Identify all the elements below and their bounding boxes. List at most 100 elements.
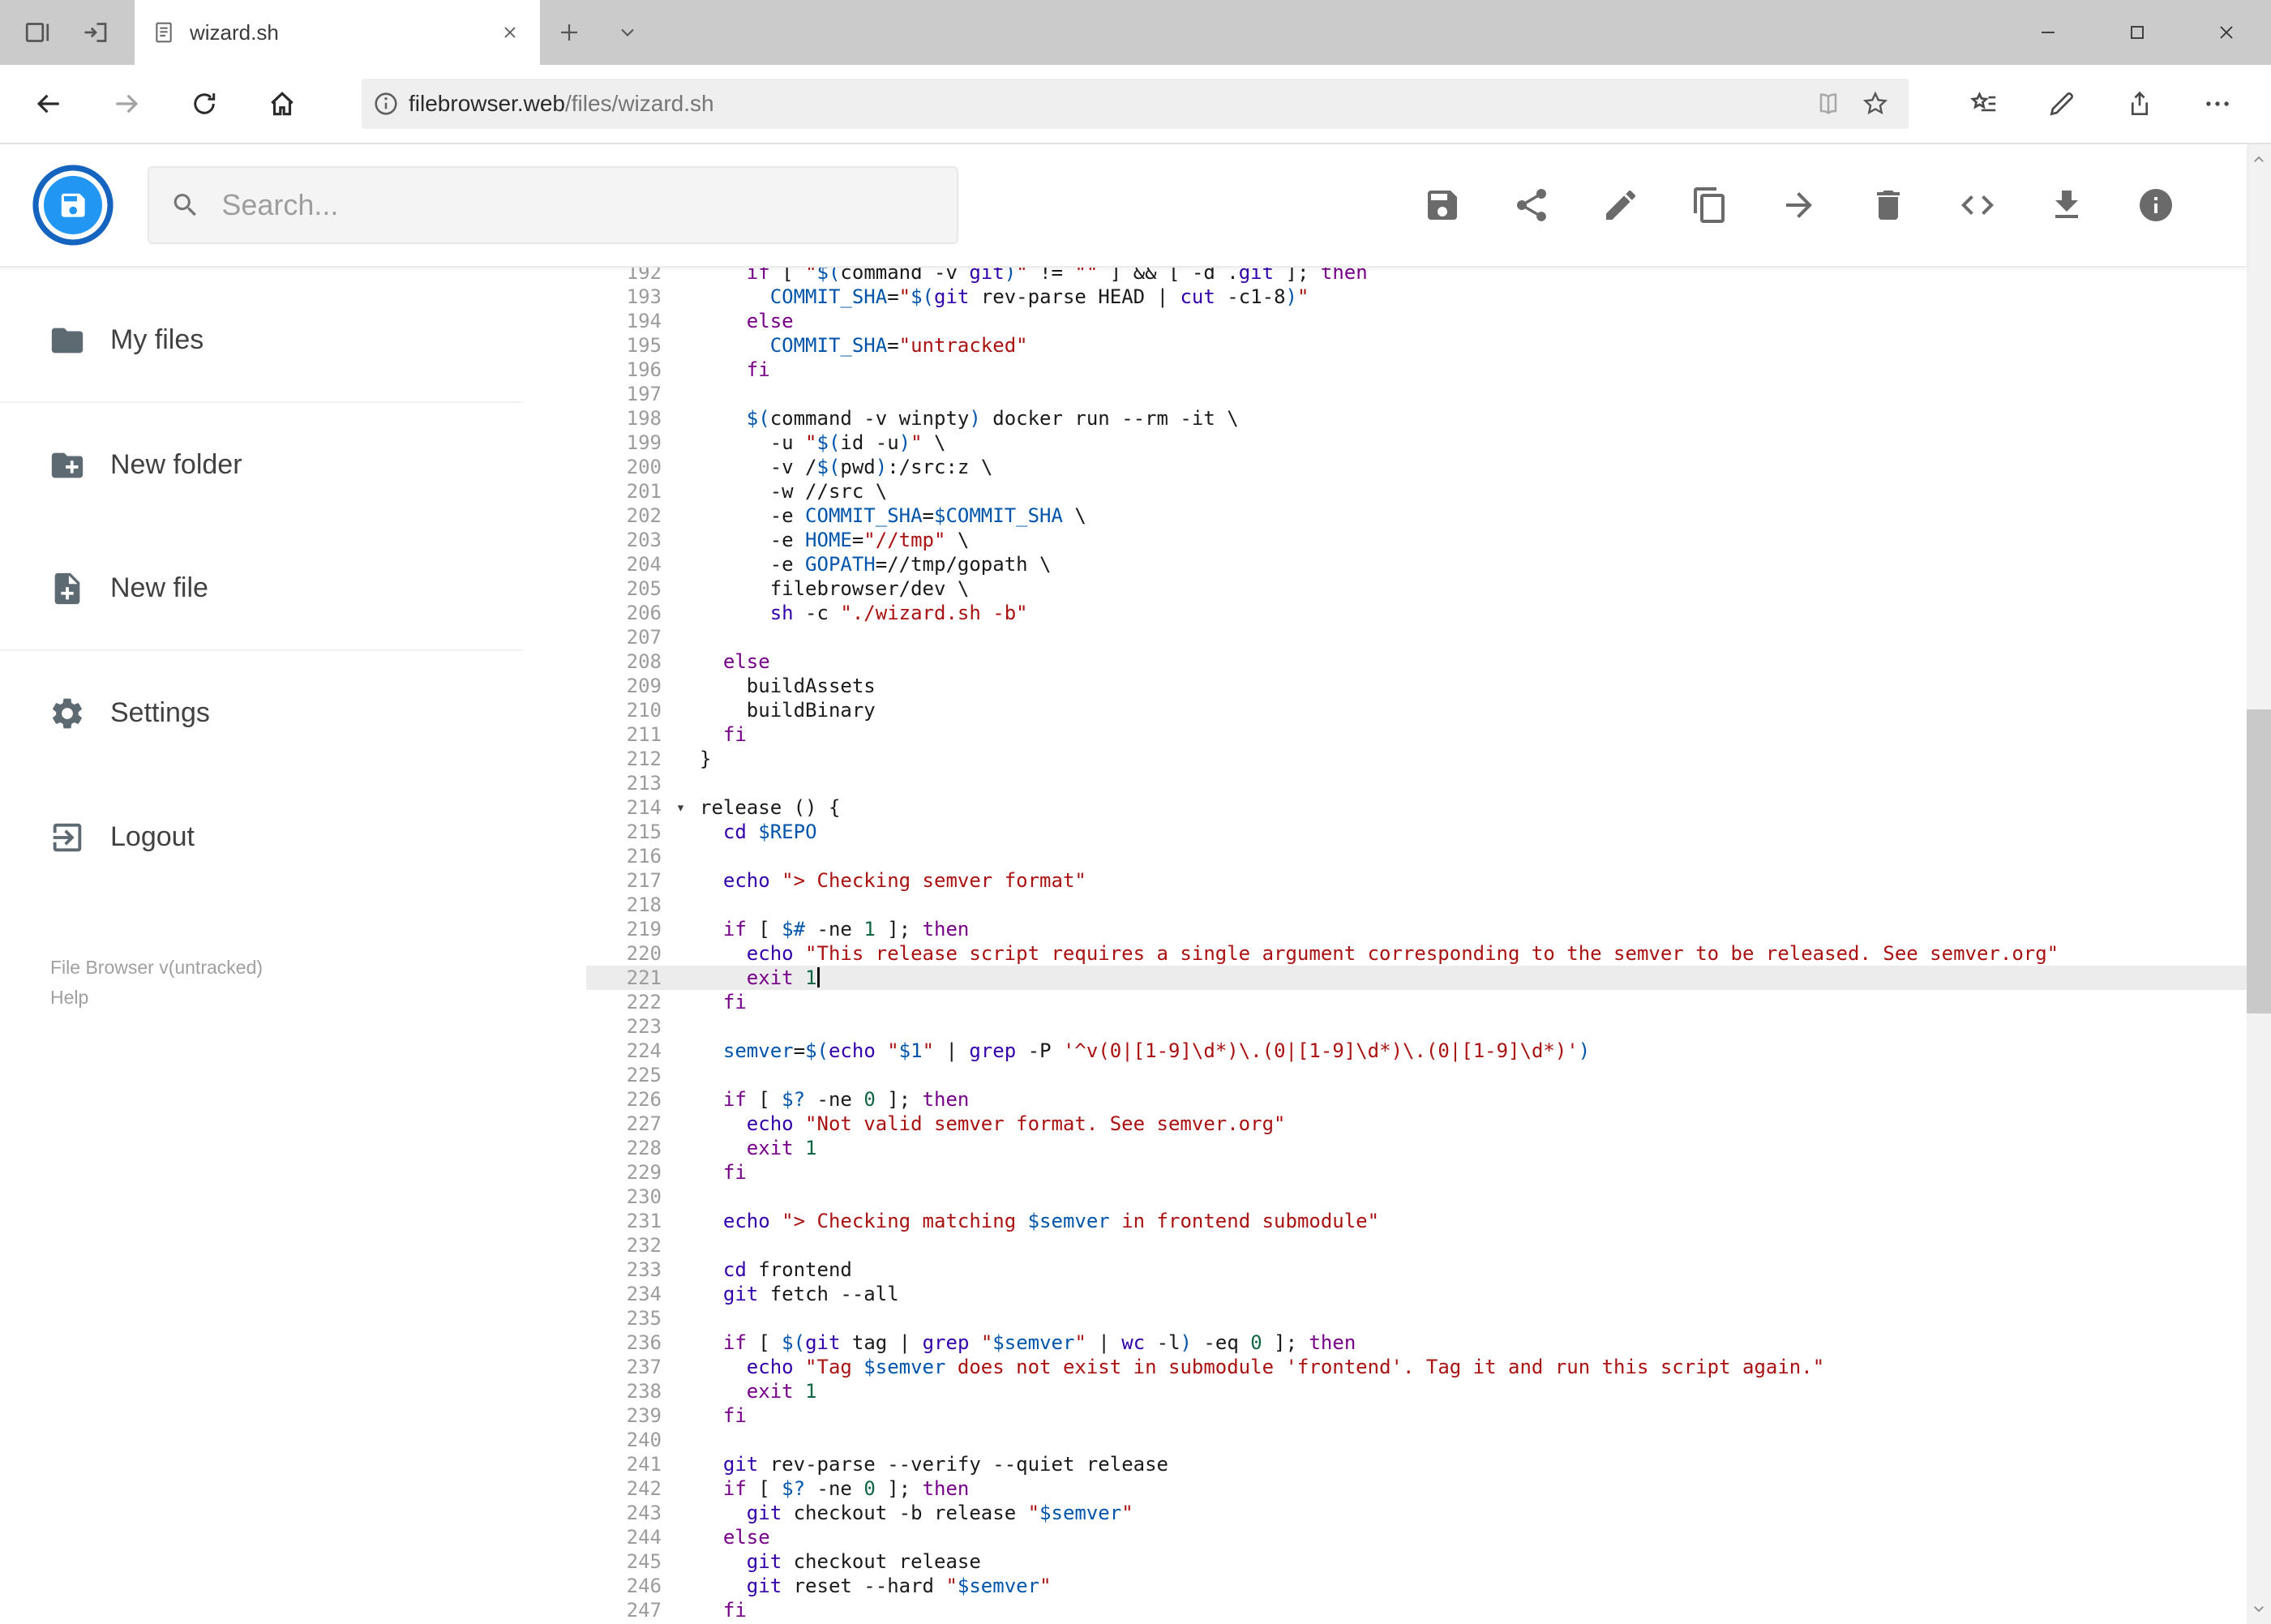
code-line[interactable]: 202 -e COMMIT_SHA=$COMMIT_SHA \ bbox=[586, 503, 2247, 528]
address-bar[interactable]: filebrowser.web/files/wizard.sh bbox=[362, 79, 1909, 129]
copy-button[interactable] bbox=[1690, 186, 1729, 225]
code-line[interactable]: 217 echo "> Checking semver format" bbox=[586, 868, 2247, 893]
hub-favorites-button[interactable] bbox=[1945, 65, 2023, 143]
sidebar-item-new-folder[interactable]: New folder bbox=[0, 403, 523, 527]
code-line[interactable]: 244 else bbox=[586, 1525, 2247, 1549]
code-view-button[interactable] bbox=[1958, 186, 1997, 225]
tab-close-button[interactable] bbox=[496, 19, 524, 46]
code-line[interactable]: 232 bbox=[586, 1233, 2247, 1258]
info-button[interactable] bbox=[2136, 186, 2175, 225]
code-line[interactable]: 237 echo "Tag $semver does not exist in … bbox=[586, 1355, 2247, 1379]
refresh-button[interactable] bbox=[165, 65, 243, 143]
code-line[interactable]: 228 exit 1 bbox=[586, 1136, 2247, 1160]
code-line[interactable]: 199 -u "$(id -u)" \ bbox=[586, 431, 2247, 455]
code-line[interactable]: 227 echo "Not valid semver format. See s… bbox=[586, 1112, 2247, 1136]
code-line[interactable]: 222 fi bbox=[586, 990, 2247, 1014]
tab-previews-chevron-button[interactable] bbox=[598, 0, 657, 65]
move-button[interactable] bbox=[1780, 186, 1819, 225]
code-line[interactable]: 192 if [ "$(command -v git)" != "" ] && … bbox=[586, 268, 2247, 285]
site-info-icon[interactable] bbox=[371, 89, 401, 118]
code-line[interactable]: 219 if [ $# -ne 1 ]; then bbox=[586, 917, 2247, 941]
code-line[interactable]: 206 sh -c "./wizard.sh -b" bbox=[586, 601, 2247, 625]
code-line[interactable]: 214 ▾ release () { bbox=[586, 795, 2247, 820]
code-line[interactable]: 239 fi bbox=[586, 1403, 2247, 1428]
code-line[interactable]: 245 git checkout release bbox=[586, 1549, 2247, 1574]
save-button[interactable] bbox=[1423, 186, 1462, 225]
tabs-set-aside-button[interactable] bbox=[8, 0, 66, 65]
code-line[interactable]: 224 semver=$(echo "$1" | grep -P '^v(0|[… bbox=[586, 1039, 2247, 1063]
add-favorite-button[interactable] bbox=[1852, 80, 1899, 127]
code-editor[interactable]: 192 if [ "$(command -v git)" != "" ] && … bbox=[523, 268, 2247, 1624]
code-line[interactable]: 231 echo "> Checking matching $semver in… bbox=[586, 1209, 2247, 1233]
code-line[interactable]: 195 COMMIT_SHA="untracked" bbox=[586, 333, 2247, 358]
code-line[interactable]: 238 exit 1 bbox=[586, 1379, 2247, 1403]
download-button[interactable] bbox=[2047, 186, 2086, 225]
sidebar-item-new-file[interactable]: New file bbox=[0, 527, 523, 651]
code-line[interactable]: 230 bbox=[586, 1185, 2247, 1209]
tabs-preview-button[interactable] bbox=[66, 0, 125, 65]
code-line[interactable]: 213 bbox=[586, 771, 2247, 795]
window-minimize-button[interactable] bbox=[2003, 0, 2093, 65]
help-link[interactable]: Help bbox=[50, 983, 523, 1013]
fold-arrow-icon[interactable]: ▾ bbox=[662, 795, 700, 820]
code-line[interactable]: 198 $(command -v winpty) docker run --rm… bbox=[586, 406, 2247, 431]
code-line[interactable]: 223 bbox=[586, 1014, 2247, 1039]
code-line[interactable]: 247 fi bbox=[586, 1598, 2247, 1622]
sidebar-item-my-files[interactable]: My files bbox=[0, 279, 523, 403]
web-notes-button[interactable] bbox=[2023, 65, 2101, 143]
code-line[interactable]: 242 if [ $? -ne 0 ]; then bbox=[586, 1476, 2247, 1501]
page-scrollbar[interactable] bbox=[2247, 144, 2271, 1624]
scrollbar-thumb[interactable] bbox=[2247, 709, 2271, 1013]
code-line[interactable]: 211 fi bbox=[586, 722, 2247, 747]
code-line[interactable]: 193 COMMIT_SHA="$(git rev-parse HEAD | c… bbox=[586, 285, 2247, 309]
code-line[interactable]: 215 cd $REPO bbox=[586, 820, 2247, 844]
code-line[interactable]: 207 bbox=[586, 625, 2247, 649]
settings-menu-button[interactable] bbox=[2179, 65, 2256, 143]
back-button[interactable] bbox=[10, 65, 88, 143]
search-bar[interactable] bbox=[148, 166, 958, 244]
code-line[interactable]: 209 buildAssets bbox=[586, 674, 2247, 698]
window-close-button[interactable] bbox=[2182, 0, 2271, 65]
code-line[interactable]: 204 -e GOPATH=//tmp/gopath \ bbox=[586, 552, 2247, 576]
code-line[interactable]: 234 git fetch --all bbox=[586, 1282, 2247, 1306]
browser-share-button[interactable] bbox=[2101, 65, 2179, 143]
code-line[interactable]: 240 bbox=[586, 1428, 2247, 1452]
search-input[interactable] bbox=[221, 188, 936, 222]
browser-tab[interactable]: wizard.sh bbox=[135, 0, 540, 65]
sidebar-item-logout[interactable]: Logout bbox=[0, 775, 523, 899]
code-line[interactable]: 243 git checkout -b release "$semver" bbox=[586, 1501, 2247, 1525]
share-button[interactable] bbox=[1512, 186, 1551, 225]
code-line[interactable]: 196 fi bbox=[586, 358, 2247, 382]
code-line[interactable]: 236 if [ $(git tag | grep "$semver" | wc… bbox=[586, 1330, 2247, 1355]
code-line[interactable]: 200 -v /$(pwd):/src:z \ bbox=[586, 455, 2247, 479]
reading-view-button[interactable] bbox=[1805, 80, 1852, 127]
code-line[interactable]: 194 else bbox=[586, 309, 2247, 333]
window-maximize-button[interactable] bbox=[2093, 0, 2182, 65]
code-line[interactable]: 229 fi bbox=[586, 1160, 2247, 1185]
code-line[interactable]: 226 if [ $? -ne 0 ]; then bbox=[586, 1087, 2247, 1112]
new-tab-button[interactable] bbox=[540, 0, 598, 65]
code-line[interactable]: 203 -e HOME="//tmp" \ bbox=[586, 528, 2247, 552]
code-line[interactable]: 233 cd frontend bbox=[586, 1258, 2247, 1282]
forward-button[interactable] bbox=[88, 65, 165, 143]
home-button[interactable] bbox=[243, 65, 321, 143]
scroll-down-button[interactable] bbox=[2247, 1593, 2271, 1624]
sidebar-item-settings[interactable]: Settings bbox=[0, 651, 523, 775]
code-line[interactable]: 210 buildBinary bbox=[586, 698, 2247, 722]
code-line[interactable]: 218 bbox=[586, 893, 2247, 917]
code-line[interactable]: 241 git rev-parse --verify --quiet relea… bbox=[586, 1452, 2247, 1476]
code-line[interactable]: 212} bbox=[586, 747, 2247, 771]
rename-button[interactable] bbox=[1601, 186, 1640, 225]
code-line[interactable]: 216 bbox=[586, 844, 2247, 868]
code-line[interactable]: 220 echo "This release script requires a… bbox=[586, 941, 2247, 966]
code-line[interactable]: 225 bbox=[586, 1063, 2247, 1087]
scroll-up-button[interactable] bbox=[2247, 144, 2271, 175]
code-line[interactable]: 208 else bbox=[586, 649, 2247, 674]
code-line[interactable]: 246 git reset --hard "$semver" bbox=[586, 1574, 2247, 1598]
code-line[interactable]: 205 filebrowser/dev \ bbox=[586, 576, 2247, 601]
code-line[interactable]: 197 bbox=[586, 382, 2247, 406]
code-line[interactable]: 221 exit 1 bbox=[586, 966, 2247, 990]
code-line[interactable]: 201 -w //src \ bbox=[586, 479, 2247, 503]
code-line[interactable]: 235 bbox=[586, 1306, 2247, 1330]
delete-button[interactable] bbox=[1869, 186, 1908, 225]
